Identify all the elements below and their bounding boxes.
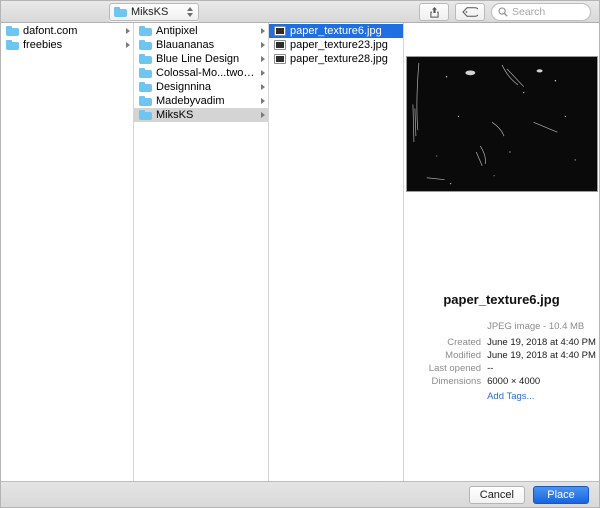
folder-icon bbox=[139, 26, 152, 36]
row-label: Madebyvadim bbox=[156, 95, 225, 107]
folder-icon bbox=[139, 96, 152, 106]
folder-row[interactable]: Madebyvadim bbox=[134, 94, 268, 108]
folder-row[interactable]: freebies bbox=[1, 38, 133, 52]
folder-icon bbox=[6, 40, 19, 50]
search-input[interactable]: Search bbox=[491, 3, 591, 21]
disclosure-arrow-icon bbox=[126, 42, 130, 48]
row-label: paper_texture28.jpg bbox=[290, 53, 388, 65]
preview-filename: paper_texture6.jpg bbox=[443, 292, 560, 307]
search-icon bbox=[498, 7, 508, 17]
folder-row[interactable]: Blue Line Design bbox=[134, 52, 268, 66]
folder-row[interactable]: dafont.com bbox=[1, 24, 133, 38]
file-picker-dialog: MiksKS Search dafont.com freebies Antipi… bbox=[0, 0, 600, 508]
current-folder-label: MiksKS bbox=[131, 6, 169, 18]
file-row[interactable]: paper_texture28.jpg bbox=[269, 52, 403, 66]
file-row[interactable]: paper_texture23.jpg bbox=[269, 38, 403, 52]
folder-icon bbox=[139, 82, 152, 92]
disclosure-arrow-icon bbox=[261, 98, 265, 104]
image-file-icon bbox=[274, 54, 286, 64]
row-label: Blauananas bbox=[156, 39, 215, 51]
metadata-value: June 19, 2018 at 4:40 PM bbox=[487, 337, 596, 348]
path-popup-button[interactable]: MiksKS bbox=[109, 3, 199, 21]
row-label: paper_texture23.jpg bbox=[290, 39, 388, 51]
dialog-footer: Cancel Place bbox=[1, 481, 599, 507]
toolbar-right-group: Search bbox=[419, 3, 591, 21]
file-row[interactable]: paper_texture6.jpg bbox=[269, 24, 403, 38]
place-button[interactable]: Place bbox=[533, 485, 589, 504]
folder-icon bbox=[139, 54, 152, 64]
browser-column-2[interactable]: Antipixel Blauananas Blue Line Design Colos… bbox=[134, 23, 269, 481]
tag-button[interactable] bbox=[455, 3, 485, 21]
folder-row[interactable]: Designnina bbox=[134, 80, 268, 94]
file-kind-and-size: JPEG image - 10.4 MB bbox=[487, 321, 585, 332]
preview-texture bbox=[406, 57, 597, 191]
folder-icon bbox=[139, 40, 152, 50]
chevron-updown-icon bbox=[185, 5, 194, 19]
disclosure-arrow-icon bbox=[261, 112, 265, 118]
preview-pane: paper_texture6.jpg JPEG image - 10.4 MB … bbox=[404, 23, 599, 481]
disclosure-arrow-icon bbox=[261, 42, 265, 48]
image-preview bbox=[405, 56, 598, 192]
add-tags-link[interactable]: Add Tags... bbox=[487, 391, 596, 402]
toolbar: MiksKS Search bbox=[1, 1, 599, 23]
metadata-key: Modified bbox=[445, 350, 482, 361]
row-label: MiksKS bbox=[156, 109, 194, 121]
metadata-value: 6000 × 4000 bbox=[487, 376, 541, 387]
row-label: Antipixel bbox=[156, 25, 198, 37]
disclosure-arrow-icon bbox=[261, 56, 265, 62]
metadata-key: Created bbox=[447, 337, 482, 348]
browser-column-1[interactable]: dafont.com freebies bbox=[1, 23, 134, 481]
folder-icon bbox=[114, 7, 127, 17]
folder-icon bbox=[139, 110, 152, 120]
tag-icon bbox=[462, 7, 478, 17]
row-label: Blue Line Design bbox=[156, 53, 240, 65]
row-label: freebies bbox=[23, 39, 63, 51]
row-label: dafont.com bbox=[23, 25, 78, 37]
folder-icon bbox=[139, 68, 152, 78]
disclosure-arrow-icon bbox=[261, 28, 265, 34]
image-file-icon bbox=[274, 40, 286, 50]
browser-column-3[interactable]: paper_texture6.jpg paper_texture23.jpgpap… bbox=[269, 23, 404, 481]
image-file-icon bbox=[274, 26, 286, 36]
metadata-list: JPEG image - 10.4 MB Created June 19, 201… bbox=[407, 321, 596, 402]
metadata-key: Dimensions bbox=[431, 376, 482, 387]
share-button[interactable] bbox=[419, 3, 449, 21]
row-label: Designnina bbox=[156, 81, 212, 93]
disclosure-arrow-icon bbox=[261, 70, 265, 76]
column-browser: dafont.com freebies Antipixel Blauananas Bl… bbox=[1, 23, 599, 481]
folder-row[interactable]: Antipixel bbox=[134, 24, 268, 38]
folder-row[interactable]: Blauananas bbox=[134, 38, 268, 52]
search-placeholder: Search bbox=[512, 6, 546, 18]
disclosure-arrow-icon bbox=[126, 28, 130, 34]
folder-icon bbox=[6, 26, 19, 36]
cancel-button[interactable]: Cancel bbox=[468, 485, 525, 504]
folder-row[interactable]: Colossal-Mo...tworks-Part1 bbox=[134, 66, 268, 80]
metadata-value: June 19, 2018 at 4:40 PM bbox=[487, 350, 596, 361]
share-icon bbox=[429, 7, 439, 18]
row-label: paper_texture6.jpg bbox=[290, 25, 382, 37]
disclosure-arrow-icon bbox=[261, 84, 265, 90]
folder-row[interactable]: MiksKS bbox=[134, 108, 268, 122]
metadata-key: Last opened bbox=[428, 363, 482, 374]
file-info: paper_texture6.jpg JPEG image - 10.4 MB … bbox=[404, 292, 599, 402]
row-label: Colossal-Mo...tworks-Part1 bbox=[156, 67, 258, 79]
metadata-value: -- bbox=[487, 363, 494, 374]
